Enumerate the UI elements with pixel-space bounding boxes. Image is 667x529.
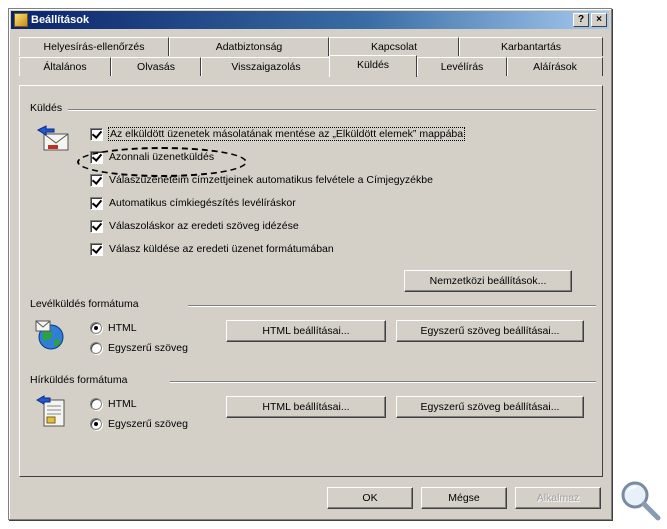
quote-original-label: Válaszoláskor az eredeti szöveg idézése	[109, 220, 299, 232]
close-button[interactable]: ×	[591, 13, 607, 27]
option-reply-format[interactable]: Válasz küldése az eredeti üzenet formátu…	[90, 241, 334, 257]
news-html-settings-button[interactable]: HTML beállításai...	[226, 396, 386, 418]
mail-plain-settings-button[interactable]: Egyszerű szöveg beállításai...	[396, 320, 584, 342]
news-plain-settings-button[interactable]: Egyszerű szöveg beállításai...	[396, 396, 584, 418]
send-immediately-checkbox[interactable]	[90, 150, 103, 164]
news-format-plain-option[interactable]: Egyszerű szöveg	[90, 416, 188, 432]
news-format-group-label: Hírküldés formátuma	[30, 374, 132, 386]
tab-connection[interactable]: Kapcsolat	[329, 37, 459, 56]
option-autocomplete[interactable]: Automatikus címkiegészítés levélíráskor	[90, 195, 296, 211]
tab-send[interactable]: Küldés	[329, 55, 417, 77]
news-format-plain-label: Egyszerű szöveg	[108, 418, 188, 430]
tab-general[interactable]: Általános	[19, 57, 111, 76]
mail-format-plain-radio[interactable]	[90, 342, 102, 354]
ok-button[interactable]: OK	[327, 487, 413, 509]
news-format-plain-radio[interactable]	[90, 418, 102, 430]
tab-receipts[interactable]: Visszaigazolás	[201, 57, 331, 76]
magnifier-icon[interactable]	[618, 478, 662, 522]
apply-button[interactable]: Alkalmaz	[515, 487, 601, 509]
auto-add-recipients-label: Válaszüzeneteim címzettjeinek automatiku…	[109, 174, 433, 186]
auto-add-recipients-checkbox[interactable]	[90, 173, 103, 187]
news-format-group-divider	[170, 381, 596, 383]
mail-format-group-divider	[188, 305, 596, 307]
tab-read[interactable]: Olvasás	[111, 57, 201, 76]
option-quote-original[interactable]: Válaszoláskor az eredeti szöveg idézése	[90, 218, 299, 234]
mail-format-plain-option[interactable]: Egyszerű szöveg	[90, 340, 188, 356]
cancel-button[interactable]: Mégse	[421, 487, 507, 509]
tab-maintenance[interactable]: Karbantartás	[459, 37, 603, 56]
tab-compose[interactable]: Levélírás	[417, 57, 507, 76]
tab-security[interactable]: Adatbiztonság	[169, 37, 329, 56]
mail-format-group-label: Levélküldés formátuma	[30, 298, 143, 310]
sending-group-label: Küldés	[30, 102, 67, 114]
international-settings-button[interactable]: Nemzetközi beállítások...	[404, 270, 572, 292]
settings-dialog: Beállítások ? × Helyesírás-ellenőrzés Ad…	[8, 8, 612, 520]
title-bar: Beállítások ? ×	[11, 11, 609, 29]
sending-group-divider	[68, 109, 596, 111]
news-format-html-option[interactable]: HTML	[90, 396, 137, 412]
save-sent-label: Az elküldött üzenetek másolatának mentés…	[107, 127, 466, 141]
news-format-html-label: HTML	[108, 398, 137, 410]
quote-original-checkbox[interactable]	[90, 219, 103, 233]
mail-format-html-label: HTML	[108, 322, 137, 334]
autocomplete-checkbox[interactable]	[90, 196, 103, 210]
tab-signatures[interactable]: Aláírások	[507, 57, 603, 76]
send-mail-icon	[36, 125, 69, 151]
app-icon	[14, 13, 28, 27]
mail-format-plain-label: Egyszerű szöveg	[108, 342, 188, 354]
help-button[interactable]: ?	[573, 13, 589, 27]
tab-spellcheck[interactable]: Helyesírás-ellenőrzés	[19, 37, 169, 56]
mail-format-html-radio[interactable]	[90, 322, 102, 334]
send-immediately-label: Azonnali üzenetküldés	[109, 151, 215, 163]
news-format-html-radio[interactable]	[90, 398, 102, 410]
option-send-immediately[interactable]: Azonnali üzenetküldés	[90, 149, 214, 165]
mail-format-html-option[interactable]: HTML	[90, 320, 137, 336]
autocomplete-label: Automatikus címkiegészítés levélíráskor	[109, 197, 296, 209]
reply-format-checkbox[interactable]	[90, 242, 103, 256]
mail-html-settings-button[interactable]: HTML beállításai...	[226, 320, 386, 342]
save-sent-checkbox[interactable]	[90, 127, 103, 141]
option-auto-add-recipients[interactable]: Válaszüzeneteim címzettjeinek automatiku…	[90, 172, 433, 188]
globe-mail-icon	[35, 320, 64, 350]
send-tab-panel: Küldés Az elküldött üzenetek másolatának…	[19, 85, 603, 477]
window-title: Beállítások	[31, 14, 90, 26]
option-save-sent[interactable]: Az elküldött üzenetek másolatának mentés…	[90, 126, 466, 142]
reply-format-label: Válasz küldése az eredeti üzenet formátu…	[109, 243, 334, 255]
news-icon	[36, 395, 65, 427]
